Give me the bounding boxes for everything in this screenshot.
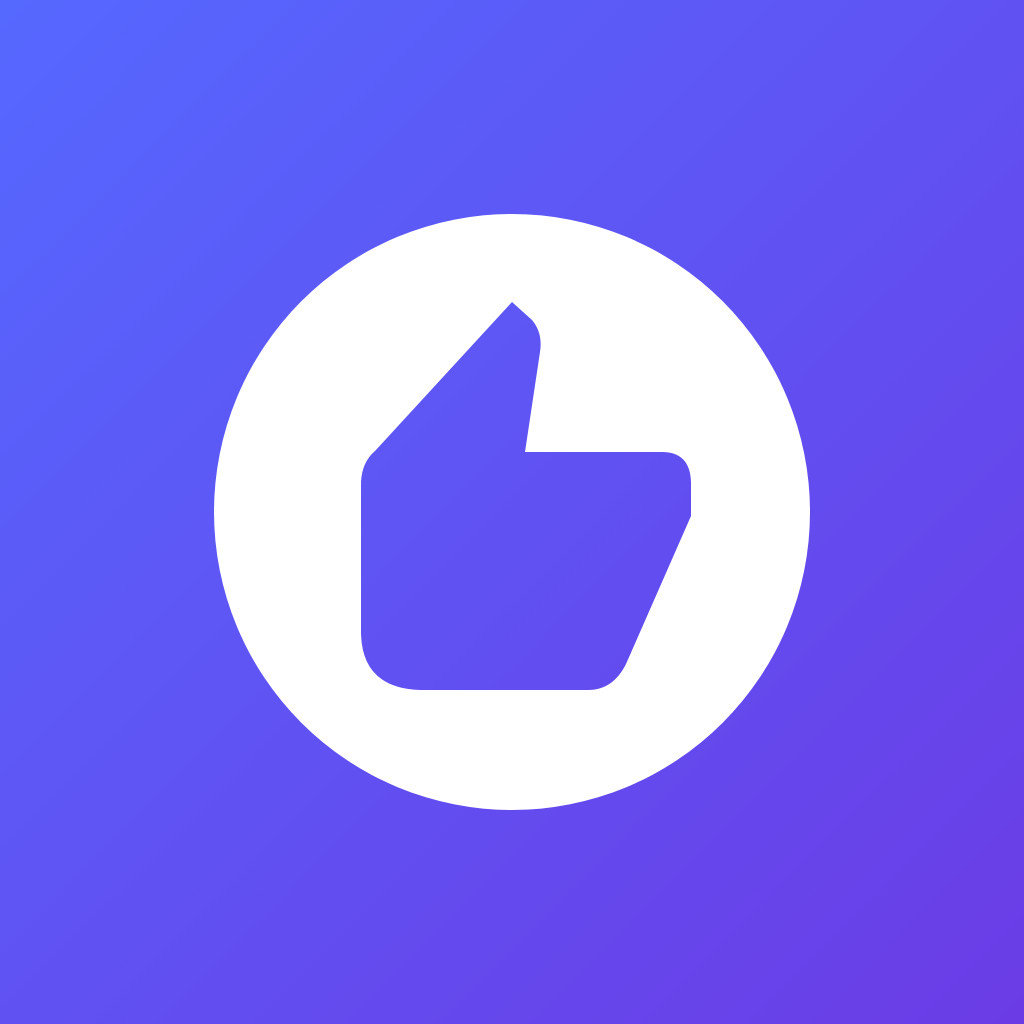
app-icon[interactable] xyxy=(0,0,1024,1024)
thumbs-up-icon xyxy=(361,302,691,690)
